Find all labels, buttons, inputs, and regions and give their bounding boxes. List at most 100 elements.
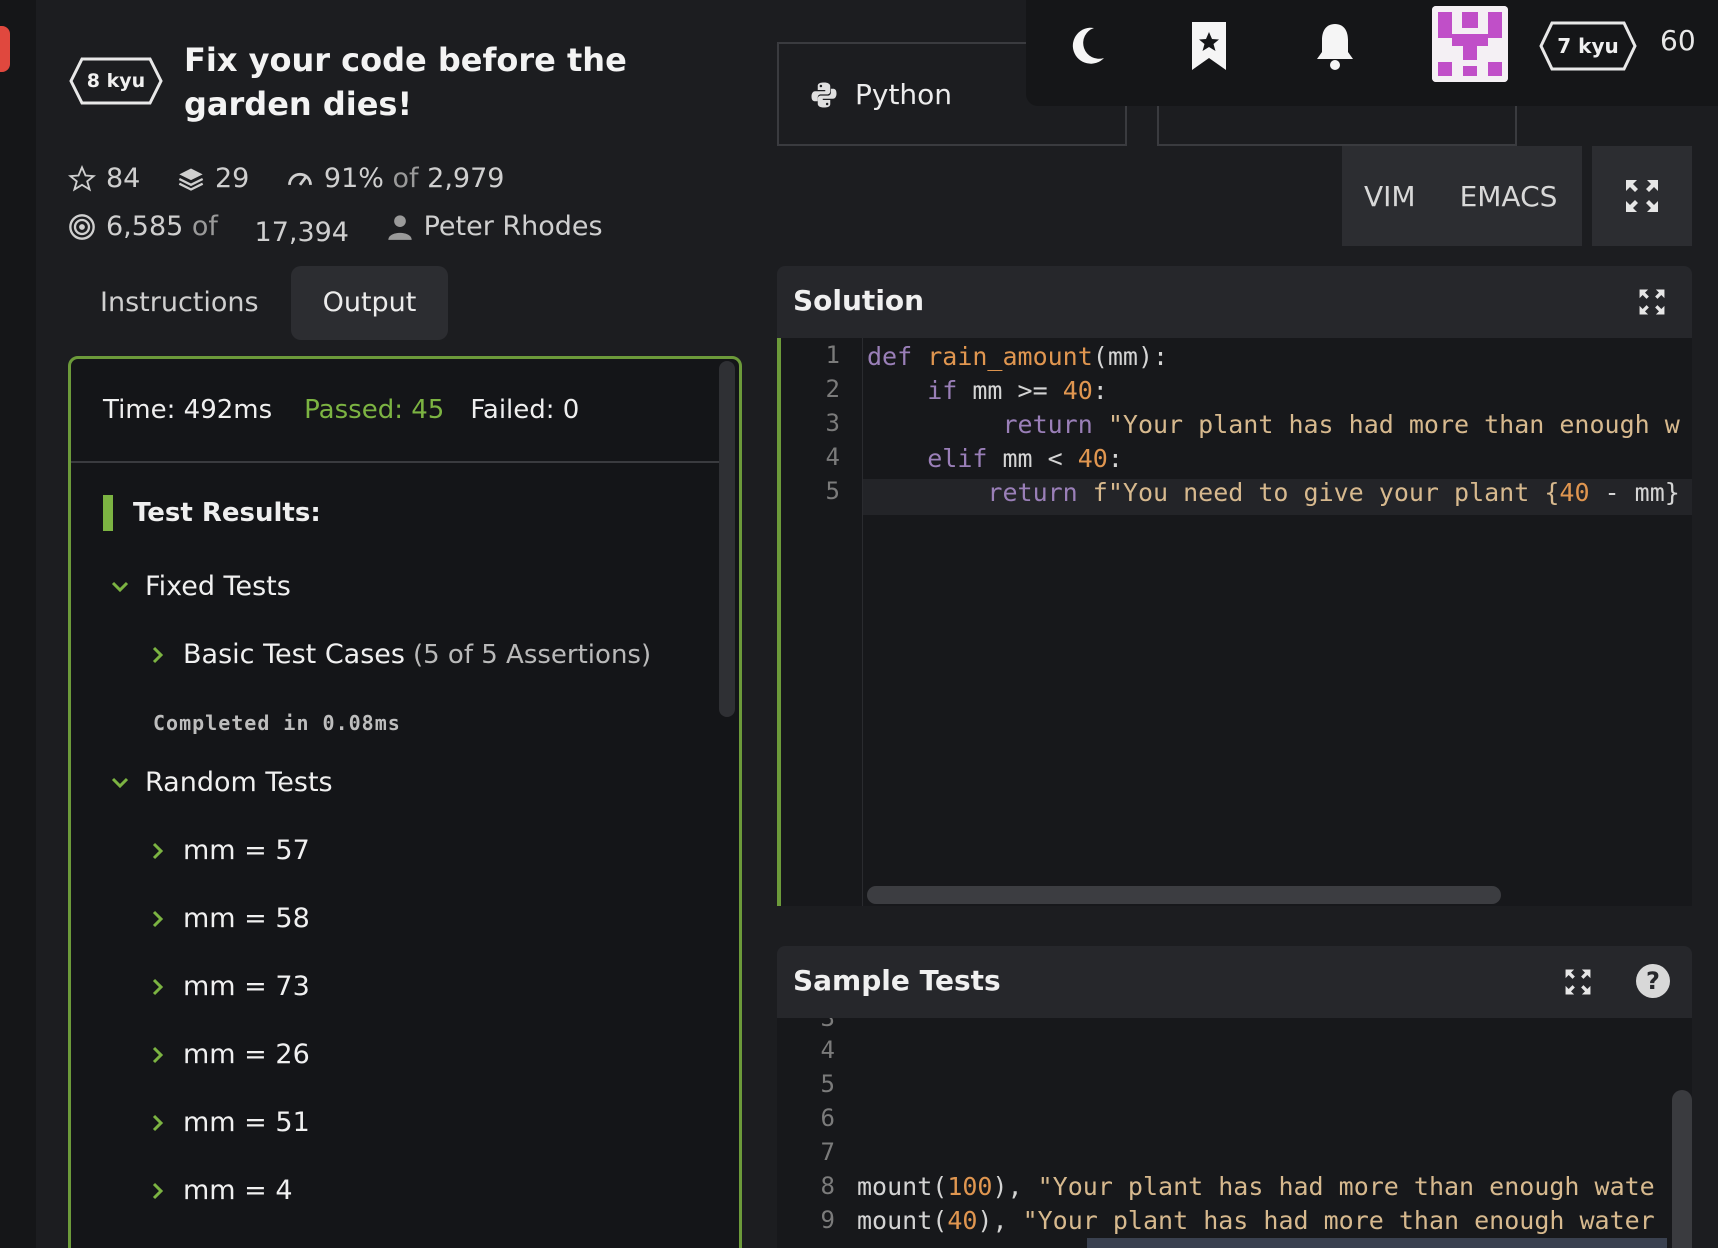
code-text: mount( (857, 1206, 948, 1235)
basic-test-cases[interactable]: Basic Test Cases (5 of 5 Assertions) (147, 639, 651, 670)
python-icon (811, 82, 837, 108)
line-number: 5 (825, 477, 840, 505)
line-number: 2 (825, 375, 840, 403)
line-number: 7 (820, 1138, 835, 1166)
version-select[interactable] (1157, 100, 1517, 146)
code-string: "Your plant has had more than enough wat… (1037, 1172, 1655, 1201)
help-icon[interactable]: ? (1636, 964, 1670, 998)
code-line: def rain_amount(mm): (867, 342, 1169, 371)
honor-score[interactable]: 60 (1660, 24, 1696, 57)
random-test-label: mm = 57 (183, 835, 310, 866)
code-text: ), (992, 1172, 1038, 1201)
star-icon (68, 165, 96, 192)
satisfaction-stat: 91% of 2,979 (286, 158, 505, 200)
run-time: Time: 492ms (103, 395, 273, 425)
expand-icon[interactable] (1564, 968, 1592, 996)
collections-stat[interactable]: 29 (177, 158, 249, 200)
random-test-item[interactable]: mm = 57 (147, 835, 310, 866)
author-stat[interactable]: Peter Rhodes (386, 206, 603, 248)
language-label: Python (855, 78, 953, 111)
line-number: 3 (820, 1018, 835, 1032)
completed-of: of (191, 211, 218, 242)
basic-test-cases-label: Basic Test Cases (183, 639, 405, 670)
expand-icon[interactable] (1638, 288, 1666, 316)
test-results-heading: Test Results: (103, 495, 321, 531)
side-strip (0, 0, 36, 1248)
random-test-label: mm = 51 (183, 1107, 310, 1138)
solution-editor[interactable]: 1 2 3 4 5 def rain_amount(mm): if mm >= … (777, 338, 1692, 906)
collections-count: 29 (214, 163, 250, 194)
keybinding-group: VIM EMACS (1342, 146, 1582, 246)
random-test-item[interactable]: mm = 4 (147, 1175, 293, 1206)
kata-tabs: Instructions Output (68, 266, 449, 340)
solution-header: Solution (777, 266, 1692, 338)
sample-tests-header: Sample Tests ? (777, 946, 1692, 1018)
random-tests-group[interactable]: Random Tests (109, 767, 333, 798)
chevron-right-icon (152, 646, 164, 663)
output-scrollbar[interactable] (719, 361, 735, 717)
completed-stat: 6,585 of (68, 206, 218, 248)
line-gutter: 1 2 3 4 5 (781, 338, 863, 906)
fixed-tests-group[interactable]: Fixed Tests (109, 571, 291, 602)
top-nav: 7 kyu 60 (1026, 0, 1718, 106)
code-number: 40 (947, 1206, 978, 1235)
kata-rank-label: 8 kyu (86, 70, 146, 92)
sample-tests-title: Sample Tests (793, 964, 1001, 997)
code-string: "Your plant has had more than enough wat… (1022, 1206, 1655, 1235)
side-badge[interactable] (0, 26, 10, 72)
moon-icon[interactable] (1064, 20, 1110, 72)
kata-title: Fix your code before the garden dies! (184, 41, 627, 123)
stars-stat[interactable]: 84 (68, 158, 140, 200)
bookmark-star-icon[interactable] (1186, 20, 1232, 72)
chevron-down-icon (111, 777, 129, 788)
chevron-right-icon (152, 910, 164, 927)
vertical-scrollbar[interactable] (1672, 1090, 1692, 1248)
tab-instructions[interactable]: Instructions (68, 266, 291, 340)
code-line: return "Your plant has had more than eno… (1002, 410, 1680, 439)
user-rank-badge[interactable]: 7 kyu (1538, 20, 1638, 72)
output-summary: Time: 492ms Passed: 45 Failed: 0 (71, 359, 721, 463)
code-line: mount(100), "Your plant has had more tha… (857, 1170, 1655, 1204)
line-number: 9 (820, 1206, 835, 1234)
chevron-right-icon (152, 1182, 164, 1199)
random-test-item[interactable]: mm = 73 (147, 971, 310, 1002)
line-gutter: 3 4 5 6 7 8 9 (777, 1018, 857, 1248)
code-number: 100 (947, 1172, 993, 1201)
avatar[interactable] (1432, 6, 1508, 82)
kata-stats: 84 29 91% of 2,979 6,585 of 17,394 Peter… (68, 158, 708, 254)
sample-tests-editor[interactable]: 3 4 5 6 7 8 9 mount(100), "Your plant ha… (777, 1018, 1692, 1248)
code-line: if mm >= 40: (927, 376, 1108, 405)
random-test-item[interactable]: mm = 58 (147, 903, 310, 934)
stars-count: 84 (106, 163, 141, 194)
random-test-label: mm = 4 (183, 1175, 293, 1206)
line-number: 6 (820, 1104, 835, 1132)
fixed-tests-label: Fixed Tests (145, 571, 291, 602)
output-panel: Time: 492ms Passed: 45 Failed: 0 Test Re… (68, 356, 742, 1248)
bell-icon[interactable] (1312, 20, 1358, 72)
random-test-label: mm = 26 (183, 1039, 310, 1070)
kata-rank-badge: 8 kyu (68, 56, 164, 106)
solution-code: def rain_amount(mm): if mm >= 40: return… (867, 338, 1692, 541)
code-line: mount(40), "Your plant has had more than… (857, 1204, 1655, 1238)
chevron-right-icon (152, 1046, 164, 1063)
target-icon (69, 214, 95, 240)
layers-icon (178, 168, 204, 191)
random-test-item[interactable]: mm = 51 (147, 1107, 310, 1138)
completed-time: Completed in 0.08ms (153, 711, 401, 735)
chevron-right-icon (152, 842, 164, 859)
vim-button[interactable]: VIM (1342, 180, 1438, 213)
line-number: 4 (820, 1036, 835, 1064)
tab-output[interactable]: Output (290, 266, 449, 340)
random-test-label: mm = 73 (183, 971, 310, 1002)
expand-icon (1626, 180, 1658, 212)
satisfaction-pct: 91% (323, 163, 384, 194)
emacs-button[interactable]: EMACS (1438, 180, 1580, 213)
horizontal-scrollbar[interactable] (867, 886, 1501, 904)
satisfaction-votes: 2,979 (427, 163, 505, 194)
code-text: mount( (857, 1172, 948, 1201)
fullscreen-button[interactable] (1592, 146, 1692, 246)
gauge-icon (288, 173, 312, 186)
attempts-stat: 17,394 (255, 212, 349, 254)
author-name: Peter Rhodes (423, 211, 603, 242)
random-test-item[interactable]: mm = 26 (147, 1039, 310, 1070)
